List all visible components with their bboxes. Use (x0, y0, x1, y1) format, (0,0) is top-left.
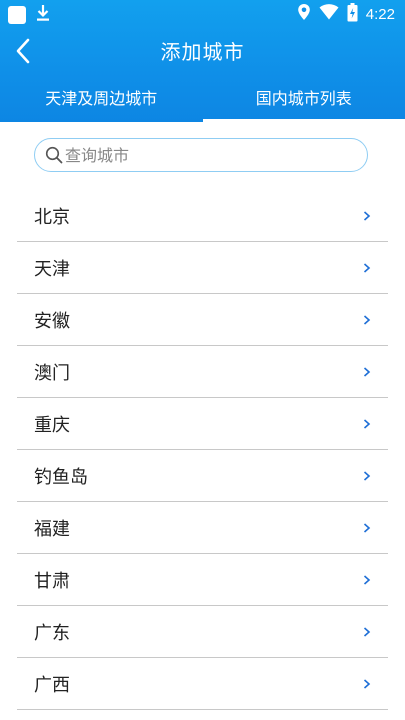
search-box[interactable] (34, 138, 368, 172)
chevron-right-icon (363, 367, 371, 377)
chevron-right-icon (363, 523, 371, 533)
chevron-right-icon (363, 471, 371, 481)
list-item[interactable]: 重庆 (17, 398, 388, 450)
city-name: 广西 (34, 675, 70, 696)
city-name: 福建 (34, 519, 70, 540)
tab-domestic-cities[interactable]: 国内城市列表 (202, 80, 405, 122)
title-bar: 添加城市 (0, 28, 405, 74)
tab-nearby-cities[interactable]: 天津及周边城市 (0, 80, 203, 122)
list-item[interactable]: 福建 (17, 502, 388, 554)
chevron-right-icon (363, 575, 371, 585)
status-bar: 4:22 (0, 0, 405, 28)
list-item[interactable]: 广西 (17, 658, 388, 710)
location-icon (297, 3, 311, 25)
chevron-right-icon (363, 263, 371, 273)
city-name: 安徽 (34, 311, 70, 332)
city-list: 北京 天津 安徽 澳门 重庆 钓鱼岛 福建 甘肃 广东 广西 (17, 190, 388, 710)
tab-bar: 天津及周边城市 国内城市列表 (0, 80, 405, 122)
city-name: 钓鱼岛 (34, 467, 88, 488)
city-name: 澳门 (34, 363, 70, 384)
search-input[interactable] (63, 145, 345, 165)
page-title: 添加城市 (160, 40, 245, 64)
city-name: 重庆 (34, 415, 70, 436)
wifi-icon (319, 4, 339, 24)
search-icon (45, 146, 63, 164)
list-item[interactable]: 安徽 (17, 294, 388, 346)
app-square-icon (8, 6, 26, 24)
chevron-right-icon (363, 211, 371, 221)
list-item[interactable]: 北京 (17, 190, 388, 242)
app-header: 4:22 添加城市 天津及周边城市 国内城市列表 (0, 0, 405, 122)
list-item[interactable]: 甘肃 (17, 554, 388, 606)
chevron-right-icon (363, 679, 371, 689)
status-time: 4:22 (365, 5, 395, 23)
list-item[interactable]: 天津 (17, 242, 388, 294)
list-item[interactable]: 钓鱼岛 (17, 450, 388, 502)
city-name: 北京 (34, 207, 70, 228)
city-name: 甘肃 (34, 571, 70, 592)
status-left-icons (8, 4, 50, 26)
chevron-right-icon (363, 419, 371, 429)
chevron-right-icon (363, 315, 371, 325)
list-item[interactable]: 广东 (17, 606, 388, 658)
battery-icon (347, 2, 358, 26)
city-name: 广东 (34, 623, 70, 644)
chevron-right-icon (363, 627, 371, 637)
list-item[interactable]: 澳门 (17, 346, 388, 398)
status-right-icons: 4:22 (297, 2, 395, 26)
download-icon (36, 4, 50, 26)
city-name: 天津 (34, 259, 70, 280)
